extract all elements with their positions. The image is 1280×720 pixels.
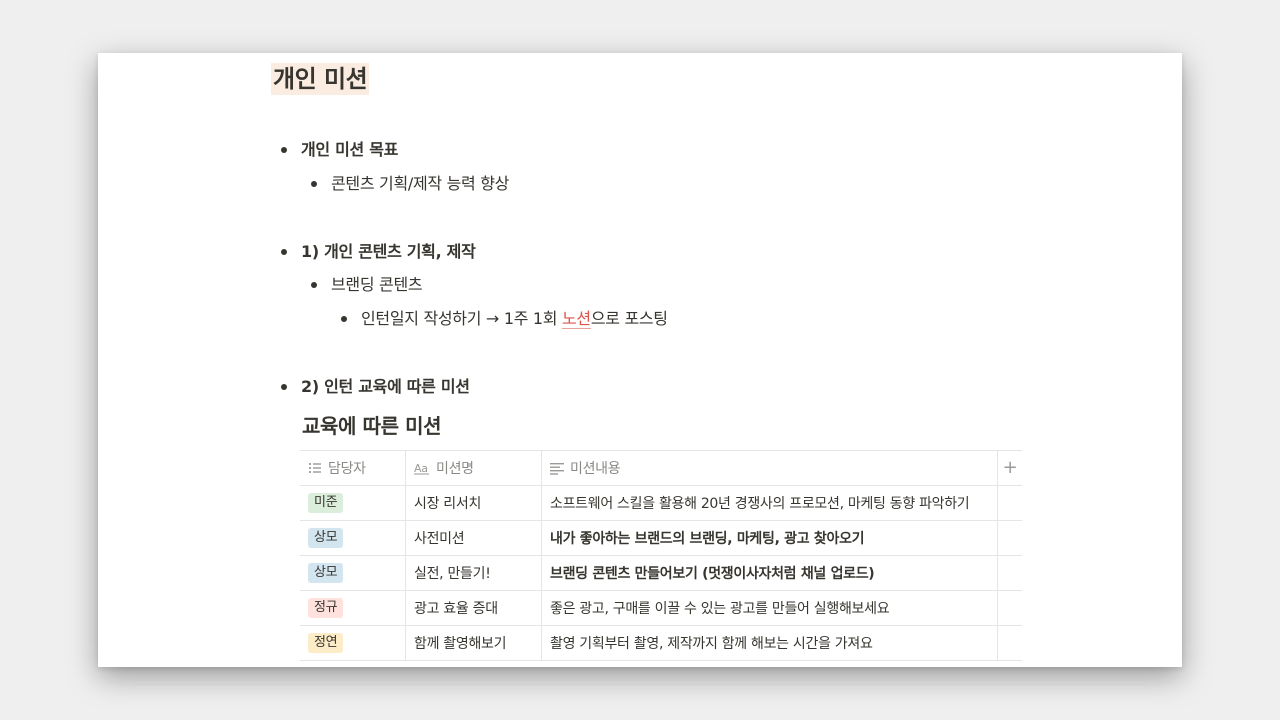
bullet-text: 2) 인턴 교육에 따른 미션 [301,377,470,396]
mission-name-cell[interactable]: 광고 효율 증대 [406,591,542,625]
bullet-item-goal-detail[interactable]: 콘텐츠 기획/제작 능력 향상 [311,172,509,196]
bullet-dot [341,316,347,322]
mission-content-cell[interactable]: 좋은 광고, 구매를 이끌 수 있는 광고를 만들어 실행해보세요 [542,591,998,625]
mission-content-cell[interactable]: 내가 좋아하는 브랜드의 브랜딩, 마케팅, 광고 찾아오기 [542,521,998,555]
notion-page: 개인 미션 개인 미션 목표 콘텐츠 기획/제작 능력 향상 1) 개인 콘텐츠… [98,53,1182,667]
page-title[interactable]: 개인 미션 [271,63,370,95]
bullet-item-goal[interactable]: 개인 미션 목표 [281,138,398,162]
database-title[interactable]: 교육에 따른 미션 [302,411,442,441]
bullet-dot [281,249,287,255]
empty-cell [998,486,1022,520]
assignee-cell[interactable]: 미준 [300,486,406,520]
table-row[interactable]: 정규 광고 효율 증대 좋은 광고, 구매를 이끌 수 있는 광고를 만들어 실행해… [300,591,1022,626]
assignee-tag: 정규 [308,598,344,618]
assignee-cell[interactable]: 정규 [300,591,406,625]
table-row[interactable]: 상모 사전미션 내가 좋아하는 브랜드의 브랜딩, 마케팅, 광고 찾아오기 [300,521,1022,556]
assignee-tag: 정연 [308,633,344,653]
column-header-assignee[interactable]: 담당자 [300,451,406,485]
column-header-label: 미션명 [436,461,474,477]
table-body: 미준 시장 리서치 소프트웨어 스킬을 활용해 20년 경쟁사의 프로모션, 마케팅… [300,486,1022,661]
mission-content-cell[interactable]: 소프트웨어 스킬을 활용해 20년 경쟁사의 프로모션, 마케팅 동향 파악하기 [542,486,998,520]
svg-text:Aa: Aa [414,462,428,475]
mission-name-cell[interactable]: 사전미션 [406,521,542,555]
column-header-mission-content[interactable]: 미션내용 [542,451,998,485]
plus-icon: + [1002,457,1018,478]
bullet-dot [311,181,317,187]
bullet-item-mission-2[interactable]: 2) 인턴 교육에 따른 미션 [281,375,470,399]
assignee-cell[interactable]: 상모 [300,521,406,555]
bullet-text-before: 인턴일지 작성하기 → 1주 1회 [361,309,562,328]
table-row[interactable]: 미준 시장 리서치 소프트웨어 스킬을 활용해 20년 경쟁사의 프로모션, 마케팅… [300,486,1022,521]
bullet-text: 브랜딩 콘텐츠 [331,275,423,294]
column-header-mission-name[interactable]: Aa 미션명 [406,451,542,485]
assignee-tag: 상모 [308,563,344,583]
assignee-tag: 미준 [308,493,344,513]
add-column-button[interactable]: + [998,451,1022,485]
mission-content-cell[interactable]: 브랜딩 콘텐츠 만들어보기 (멋쟁이사자처럼 채널 업로드) [542,556,998,590]
text-aa-icon: Aa [414,461,430,475]
bullet-text: 개인 미션 목표 [301,140,399,159]
database-table: 담당자 Aa 미션명 미션내용 + 미준 시장 리서치 소프트웨어 스킬을 활용… [300,450,1022,661]
assignee-cell[interactable]: 상모 [300,556,406,590]
bullet-text-after: 으로 포스팅 [590,309,668,328]
column-header-label: 담당자 [328,461,366,477]
empty-cell [998,521,1022,555]
mission-name-cell[interactable]: 시장 리서치 [406,486,542,520]
mission-name-cell[interactable]: 실전, 만들기! [406,556,542,590]
paragraph-icon [550,461,564,475]
bullet-dot [311,282,317,288]
assignee-tag: 상모 [308,528,344,548]
bullet-item-mission-1[interactable]: 1) 개인 콘텐츠 기획, 제작 [281,240,476,264]
notion-link[interactable]: 노션 [562,309,591,329]
empty-cell [998,591,1022,625]
assignee-cell[interactable]: 정연 [300,626,406,660]
bullet-item-branding[interactable]: 브랜딩 콘텐츠 [311,273,423,297]
bullet-item-intern-journal[interactable]: 인턴일지 작성하기 → 1주 1회 노션 으로 포스팅 [341,307,668,331]
table-row[interactable]: 상모 실전, 만들기! 브랜딩 콘텐츠 만들어보기 (멋쟁이사자처럼 채널 업로드) [300,556,1022,591]
mission-content-cell[interactable]: 촬영 기획부터 촬영, 제작까지 함께 해보는 시간을 가져요 [542,626,998,660]
bullet-text: 콘텐츠 기획/제작 능력 향상 [331,174,510,193]
bullet-dot [281,147,287,153]
bullet-text: 1) 개인 콘텐츠 기획, 제작 [301,242,476,261]
column-header-label: 미션내용 [570,461,621,477]
empty-cell [998,626,1022,660]
mission-name-cell[interactable]: 함께 촬영해보기 [406,626,542,660]
list-icon [308,461,322,475]
empty-cell [998,556,1022,590]
table-row[interactable]: 정연 함께 촬영해보기 촬영 기획부터 촬영, 제작까지 함께 해보는 시간을 가져… [300,626,1022,661]
table-header-row: 담당자 Aa 미션명 미션내용 + [300,451,1022,486]
bullet-dot [281,384,287,390]
